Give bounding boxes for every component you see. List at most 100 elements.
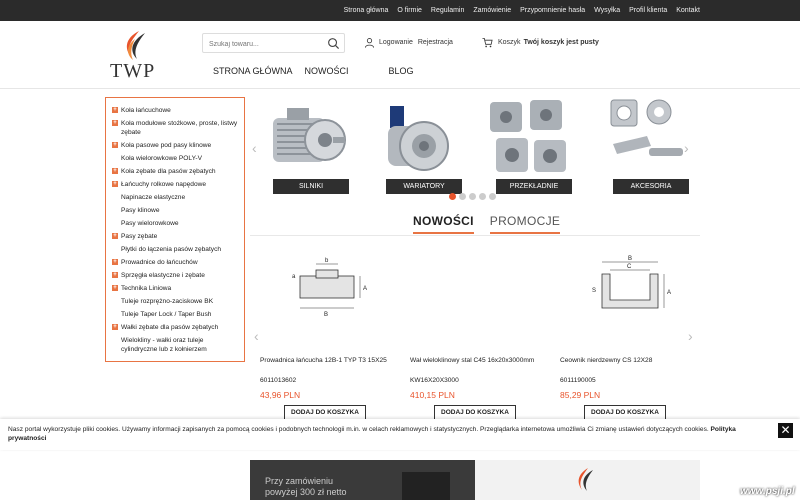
product-code: 6011013602 [260,377,297,384]
category-item[interactable]: + Koła łańcuchowe [106,106,244,115]
product-name[interactable]: Wał wieloklinowy stal C45 16x20x3000mm [410,357,560,364]
slider-next-icon[interactable]: › [684,140,689,156]
expand-plus-icon[interactable]: + [112,142,118,148]
nav-home[interactable]: STRONA GŁÓWNA [213,66,293,76]
category-item[interactable]: + Koła pasowe pod pasy klinowe [106,141,244,150]
promo-banner: Przy zamówieniu powyżej 300 zł netto [250,460,700,500]
category-label: Koła wielorowkowe POLY-V [121,155,202,162]
product-name[interactable]: Ceownik nierdzewny CS 12X28 [560,357,710,364]
product-price: 85,29 PLN [560,390,601,400]
top-nav-item[interactable]: Kontakt [676,7,700,14]
expand-plus-icon[interactable]: + [112,181,118,187]
cookie-bar: Nasz portal wykorzystuje pliki cookies. … [0,419,800,450]
category-label: Sprzęgła elastyczne i zębate [121,272,205,279]
category-item[interactable]: + Koła modułowe stożkowe, proste, listwy … [106,119,244,137]
tab-promocje[interactable]: PROMOCJE [489,214,561,234]
top-nav-item[interactable]: Profil klienta [629,7,667,14]
tab-nowosci[interactable]: NOWOŚCI [413,214,474,234]
category-label: Pasy zębate [121,233,158,240]
category-item[interactable]: + Wałki zębate dla pasów zębatych [106,323,244,332]
search-input[interactable] [209,38,319,50]
close-icon[interactable]: ✕ [778,423,793,438]
banner-line-1: Przy zamówieniu [265,476,334,486]
channel-profile-drawing[interactable]: B C A S [580,250,680,330]
svg-text:S: S [592,288,596,294]
nav-new[interactable]: NOWOŚCI [305,66,349,76]
top-nav-item[interactable]: Zamówienie [473,7,511,14]
banner-line-2: powyżej 300 zł netto [265,487,347,497]
slide-silniki[interactable]: SILNIKI [255,92,355,197]
category-item[interactable]: + Koła zębate dla pasów zębatych [106,167,244,176]
category-item[interactable]: + Łańcuchy rolkowe napędowe [106,180,244,189]
category-label: Wałki zębate dla pasów zębatych [121,324,219,331]
product-name[interactable]: Prowadnica łańcucha 12B-1 TYP T3 15X25 [260,357,410,364]
top-bar: Strona główna O firmie Regulamin Zamówienie… [0,0,800,21]
expand-plus-icon[interactable]: + [112,259,118,265]
slide-label: WARIATORY [386,179,462,194]
svg-text:A: A [363,286,367,292]
accessories-image [610,99,683,156]
category-label: Koła zębate dla pasów zębatych [121,168,216,175]
product-price: 43,96 PLN [260,390,301,400]
category-item[interactable]: + Sprzęgła elastyczne i zębate [106,271,244,280]
category-item[interactable]: + Prowadnice do łańcuchów [106,258,244,267]
product-tabs: NOWOŚCI PROMOCJE [413,214,576,234]
slide-wariatory[interactable]: WARIATORY [368,92,468,197]
category-item[interactable]: Koła wielorowkowe POLY-V [106,154,244,163]
category-slider: ‹ SILNIKI WARIATORY PRZEKŁADNIE AKCESORI… [250,92,700,202]
product-carousel: ‹ b B A a Prowadnica łańcucha 12B-1 TYP … [250,240,700,421]
main-nav: STRONA GŁÓWNA NOWOŚCI BLOG [213,66,426,76]
cookie-notice: Nasz portal wykorzystuje pliki cookies. … [8,425,768,443]
category-label: Pasy wielorowkowe [121,220,179,227]
svg-text:a: a [292,274,296,280]
search-box [202,33,345,53]
category-item[interactable]: Tuleje Taper Lock / Taper Bush [106,310,244,319]
expand-plus-icon[interactable]: + [112,120,118,126]
banner-text: Przy zamówieniu powyżej 300 zł netto [265,476,347,498]
category-label: Płytki do łączenia pasów zębatych [121,246,222,253]
slider-dot[interactable] [479,193,486,200]
user-icon [364,38,375,48]
category-item[interactable]: Pasy wielorowkowe [106,219,244,228]
product-code: KW16X20X3000 [410,377,459,384]
expand-plus-icon[interactable]: + [112,285,118,291]
svg-text:b: b [325,258,329,264]
expand-plus-icon[interactable]: + [112,233,118,239]
cart-link[interactable]: Koszyk Twój koszyk jest pusty [482,37,599,48]
search-icon[interactable] [327,37,340,50]
logo-text[interactable]: TWP [110,60,155,83]
nav-blog[interactable]: BLOG [389,66,414,76]
category-item[interactable]: Płytki do łączenia pasów zębatych [106,245,244,254]
expand-plus-icon[interactable]: + [112,168,118,174]
top-nav-item[interactable]: Regulamin [431,7,464,14]
cookie-text: Nasz portal wykorzystuje pliki cookies. … [8,426,711,433]
slide-akcesoria[interactable]: AKCESORIA [595,92,695,197]
slider-dot[interactable] [449,193,456,200]
carousel-next-icon[interactable]: › [688,328,693,344]
expand-plus-icon[interactable]: + [112,272,118,278]
category-item[interactable]: + Pasy zębate [106,232,244,241]
top-nav-item[interactable]: Strona główna [344,7,389,14]
register-link[interactable]: Rejestracja [418,39,453,46]
category-item[interactable]: Tuleje rozprężno-zaciskowe BK [106,297,244,306]
divider [250,235,700,236]
expand-plus-icon[interactable]: + [112,107,118,113]
category-item[interactable]: Wielokliny - wałki oraz tuleje cylindryc… [106,336,244,354]
chain-guide-drawing[interactable]: b B A a [280,250,380,330]
slider-dot[interactable] [469,193,476,200]
slide-przekladnie[interactable]: PRZEKŁADNIE [478,92,578,197]
category-item[interactable]: Napinacze elastyczne [106,193,244,202]
carousel-prev-icon[interactable]: ‹ [254,328,259,344]
login-link[interactable]: Logowanie [379,39,413,46]
category-label: Koła pasowe pod pasy klinowe [121,142,212,149]
top-nav-item[interactable]: O firmie [397,7,422,14]
top-nav-item[interactable]: Przypomnienie hasła [520,7,585,14]
category-label: Koła łańcuchowe [121,107,171,114]
top-nav-item[interactable]: Wysyłka [594,7,620,14]
slider-dot[interactable] [489,193,496,200]
expand-plus-icon[interactable]: + [112,324,118,330]
category-item[interactable]: + Technika Liniowa [106,284,244,293]
category-item[interactable]: Pasy klinowe [106,206,244,215]
slider-dot[interactable] [459,193,466,200]
product-card: Wał wieloklinowy stal C45 16x20x3000mm K… [410,240,550,421]
